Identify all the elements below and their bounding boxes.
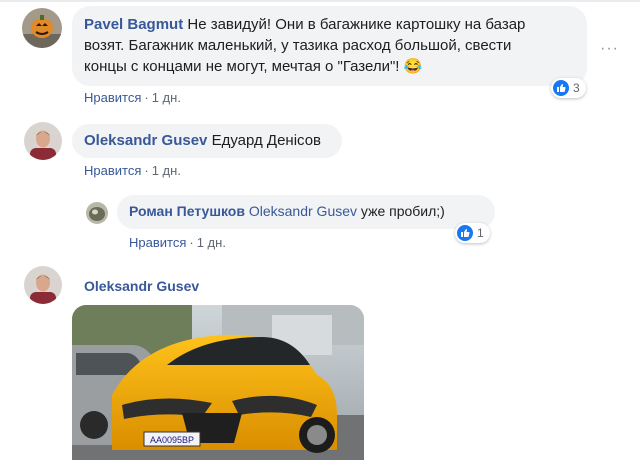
more-options-icon[interactable]: ··· — [600, 40, 619, 58]
avatar-roman-petushkov[interactable] — [86, 202, 108, 224]
avatar-oleksandr-gusev[interactable] — [24, 266, 62, 304]
separator: · — [144, 163, 149, 178]
comment-text-line: концы с концами не могут, мечтая о "Газе… — [84, 56, 575, 77]
comment-text: уже пробил;) — [360, 203, 445, 219]
comment-text: Не завидуй! Они в багажнике картошку на … — [187, 16, 526, 33]
comment-text-line: Pavel Bagmut Не завидуй! Они в багажнике… — [84, 14, 575, 35]
comment-author[interactable]: Роман Петушков — [129, 203, 245, 219]
comment-bubble: Oleksandr Gusev Едуард Денісов — [72, 124, 342, 158]
comment-actions: Нравится · 1 дн. — [84, 90, 181, 105]
like-link[interactable]: Нравится — [129, 235, 186, 250]
reaction-count: 1 — [477, 226, 484, 240]
reply-bubble: Роман Петушков Oleksandr Gusev уже проби… — [117, 195, 495, 229]
comment-text-line: возят. Багажник маленький, у тазика расх… — [84, 37, 512, 54]
comment-text: Едуард Денісов — [211, 132, 322, 149]
comment-author[interactable]: Oleksandr Gusev — [84, 278, 199, 294]
avatar-pavel-bagmut[interactable] — [22, 8, 62, 48]
timestamp[interactable]: 1 дн. — [197, 235, 226, 250]
reaction-badge[interactable]: 3 — [551, 78, 586, 98]
license-plate: AA0095BP — [150, 435, 194, 445]
thumbs-up-icon — [457, 225, 473, 241]
timestamp[interactable]: 1 дн. — [152, 163, 181, 178]
avatar-oleksandr-gusev[interactable] — [24, 122, 62, 160]
comment-bubble: Pavel Bagmut Не завидуй! Они в багажнике… — [72, 6, 587, 86]
separator: · — [189, 235, 194, 250]
comment-author[interactable]: Pavel Bagmut — [84, 16, 183, 33]
reaction-badge[interactable]: 1 — [455, 223, 490, 243]
yellow-sports-car-image: AA0095BP — [72, 305, 364, 460]
comment-actions: Нравится · 1 дн. — [84, 163, 181, 178]
comment-photo[interactable]: AA0095BP — [72, 305, 364, 460]
comment-actions: Нравится · 1 дн. — [129, 235, 226, 250]
separator: · — [144, 90, 149, 105]
like-link[interactable]: Нравится — [84, 163, 141, 178]
mention-link[interactable]: Oleksandr Gusev — [249, 203, 357, 219]
like-link[interactable]: Нравится — [84, 90, 141, 105]
thumbs-up-icon — [553, 80, 569, 96]
top-divider — [0, 0, 640, 2]
laughing-emoji-icon: 😂 — [403, 58, 423, 75]
comment-author[interactable]: Oleksandr Gusev — [84, 132, 207, 149]
reaction-count: 3 — [573, 81, 580, 95]
comment-text: концы с концами не могут, мечтая о "Газе… — [84, 58, 404, 75]
timestamp[interactable]: 1 дн. — [152, 90, 181, 105]
